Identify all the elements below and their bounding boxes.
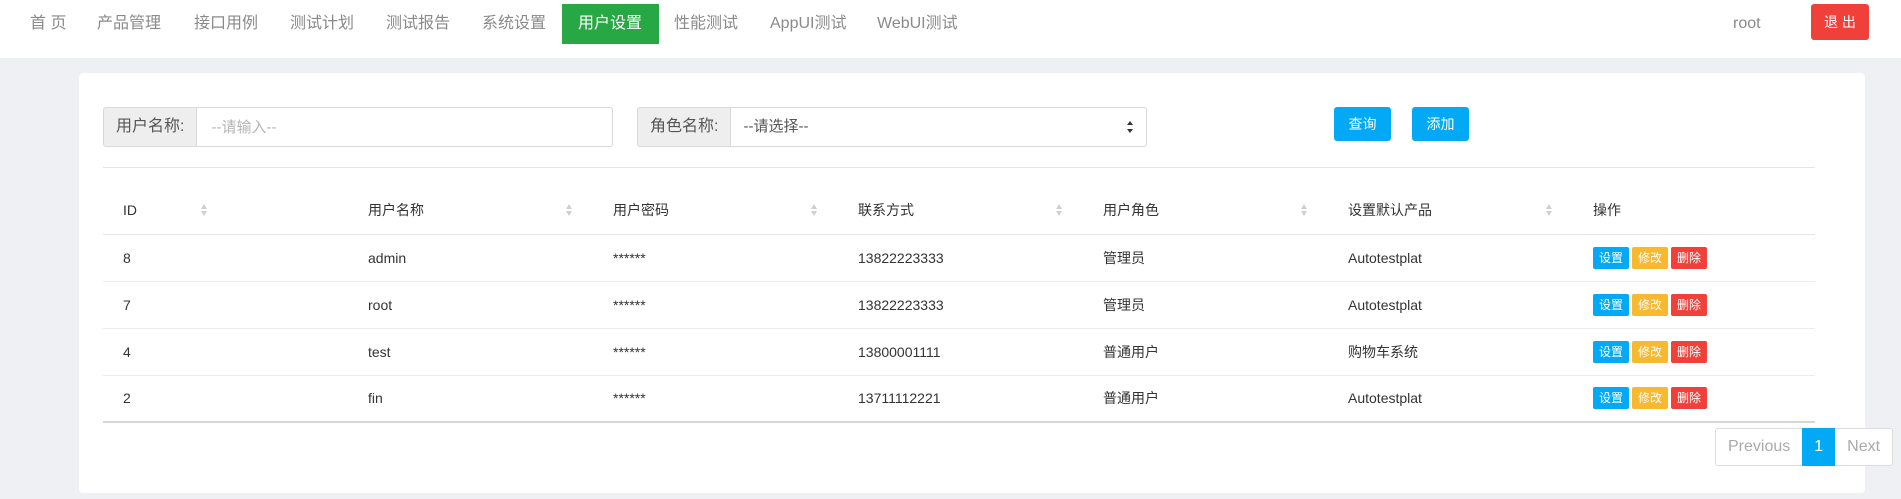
cell-role: 管理员: [1083, 281, 1328, 329]
delete-button[interactable]: 删除: [1671, 387, 1708, 410]
nav-test-report[interactable]: 测试报告: [370, 4, 466, 44]
user-name-filter: 用户名称:: [103, 107, 614, 147]
nav-webui-test[interactable]: WebUI测试: [861, 4, 974, 44]
cell-password: ******: [593, 328, 838, 376]
table-row: 7 root ****** 13822223333 管理员 Autotestpl…: [103, 281, 1815, 329]
cell-role: 普通用户: [1083, 328, 1328, 376]
col-header-contact[interactable]: 联系方式: [838, 186, 1083, 235]
role-select[interactable]: --请选择--: [730, 107, 1148, 147]
delete-button[interactable]: 删除: [1671, 293, 1708, 316]
edit-button[interactable]: 修改: [1632, 246, 1669, 269]
set-button[interactable]: 设置: [1593, 340, 1630, 363]
cell-user-name: root: [348, 281, 593, 329]
cell-default-product: 购物车系统: [1328, 328, 1573, 376]
cell-user-name: test: [348, 328, 593, 376]
sort-icon: [201, 204, 207, 216]
nav-performance-test[interactable]: 性能测试: [658, 4, 754, 44]
col-header-user-name[interactable]: 用户名称: [348, 186, 593, 235]
current-user[interactable]: root: [1733, 4, 1761, 44]
sort-icon: [1546, 204, 1552, 216]
edit-button[interactable]: 修改: [1632, 387, 1669, 410]
cell-contact: 13711112221: [838, 375, 1083, 423]
cell-default-product: Autotestplat: [1328, 375, 1573, 423]
col-header-id[interactable]: ID: [103, 186, 348, 235]
table-row: 4 test ****** 13800001111 普通用户 购物车系统 设置修…: [103, 328, 1815, 376]
top-navbar: 首 页 产品管理 接口用例 测试计划 测试报告 系统设置 用户设置 性能测试 A…: [0, 0, 1901, 58]
query-button[interactable]: 查询: [1334, 107, 1391, 141]
role-select-value: --请选择--: [743, 118, 809, 135]
user-panel: 用户名称: 角色名称: --请选择-- 查询 添加 ID 用户名称: [79, 73, 1894, 493]
col-header-default-product[interactable]: 设置默认产品: [1328, 186, 1573, 235]
table-header-row: ID 用户名称 用户密码 联系方式 用户角色 设置默认产品 操作: [103, 186, 1815, 235]
table-row: 2 fin ****** 13711112221 普通用户 Autotestpl…: [103, 375, 1815, 423]
cell-contact: 13822223333: [838, 234, 1083, 282]
edit-button[interactable]: 修改: [1632, 340, 1669, 363]
set-button[interactable]: 设置: [1593, 293, 1630, 316]
cell-role: 普通用户: [1083, 375, 1328, 423]
cell-role: 管理员: [1083, 234, 1328, 282]
user-name-label: 用户名称:: [103, 107, 197, 147]
col-header-role[interactable]: 用户角色: [1083, 186, 1328, 235]
role-name-label: 角色名称:: [637, 107, 731, 147]
set-button[interactable]: 设置: [1593, 387, 1630, 410]
divider: [103, 167, 1815, 168]
cell-actions: 设置 修改 删除: [1573, 375, 1815, 423]
cell-default-product: Autotestplat: [1328, 234, 1573, 282]
nav-product-management[interactable]: 产品管理: [81, 4, 177, 44]
cell-id: 4: [103, 328, 348, 376]
col-header-password[interactable]: 用户密码: [593, 186, 838, 235]
delete-button[interactable]: 删除: [1671, 246, 1708, 269]
cell-actions: 设置 修改 删除: [1573, 328, 1815, 376]
cell-user-name: admin: [348, 234, 593, 282]
search-bar: 用户名称: 角色名称: --请选择-- 查询 添加: [103, 107, 1843, 147]
user-table: ID 用户名称 用户密码 联系方式 用户角色 设置默认产品 操作 8 admin: [103, 186, 1815, 423]
table-row: 8 admin ****** 13822223333 管理员 Autotestp…: [103, 234, 1815, 282]
nav-test-plan[interactable]: 测试计划: [274, 4, 370, 44]
cell-password: ******: [593, 375, 838, 423]
cell-contact: 13800001111: [838, 328, 1083, 376]
cell-id: 2: [103, 375, 348, 423]
cell-default-product: Autotestplat: [1328, 281, 1573, 329]
cell-user-name: fin: [348, 375, 593, 423]
nav-system-settings[interactable]: 系统设置: [466, 4, 562, 44]
sort-icon: [811, 204, 817, 216]
page-1-button[interactable]: 1: [1802, 428, 1836, 466]
cell-contact: 13822223333: [838, 281, 1083, 329]
sort-icon: [1056, 204, 1062, 216]
set-button[interactable]: 设置: [1593, 246, 1630, 269]
previous-page-button[interactable]: Previous: [1715, 428, 1803, 466]
nav-api-cases[interactable]: 接口用例: [178, 4, 274, 44]
nav-appui-test[interactable]: AppUI测试: [754, 4, 862, 44]
cell-actions: 设置 修改 删除: [1573, 234, 1815, 282]
logout-button[interactable]: 退 出: [1811, 4, 1869, 40]
cell-id: 7: [103, 281, 348, 329]
role-name-filter: 角色名称: --请选择--: [637, 107, 1148, 147]
select-arrows-icon: [1127, 121, 1134, 133]
cell-password: ******: [593, 234, 838, 282]
nav-home[interactable]: 首 页: [14, 4, 82, 44]
cell-id: 8: [103, 234, 348, 282]
delete-button[interactable]: 删除: [1671, 340, 1708, 363]
add-button[interactable]: 添加: [1412, 107, 1469, 141]
sort-icon: [566, 204, 572, 216]
nav-user-settings[interactable]: 用户设置: [562, 4, 659, 44]
cell-password: ******: [593, 281, 838, 329]
edit-button[interactable]: 修改: [1632, 293, 1669, 316]
sort-icon: [1301, 204, 1307, 216]
cell-actions: 设置 修改 删除: [1573, 281, 1815, 329]
col-header-actions: 操作: [1573, 186, 1815, 235]
user-name-input[interactable]: [196, 107, 614, 147]
pagination: Previous 1 Next: [1715, 428, 1894, 466]
next-page-button[interactable]: Next: [1835, 428, 1894, 466]
